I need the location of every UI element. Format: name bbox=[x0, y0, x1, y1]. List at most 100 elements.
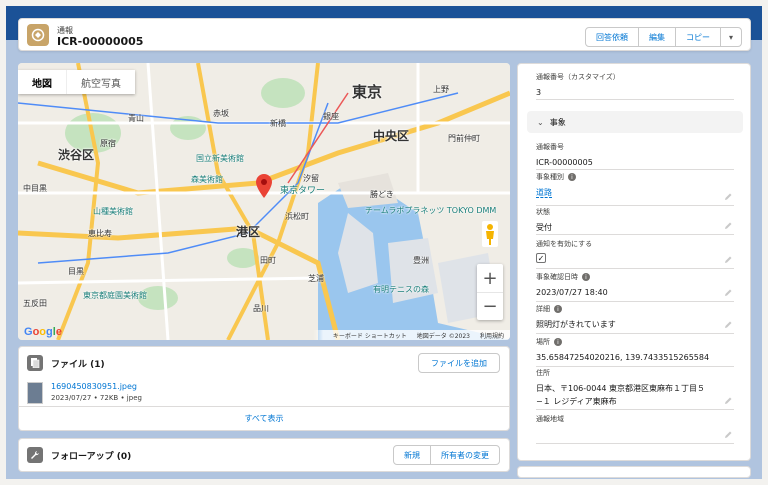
map-label-yamatane: 山種美術館 bbox=[93, 207, 133, 216]
field-event-type: 事象種別 i 道路 bbox=[536, 172, 734, 206]
keyboard-shortcuts-link[interactable]: キーボード ショートカット bbox=[333, 331, 407, 340]
section-header-event[interactable]: ⌄ 事象 bbox=[527, 111, 743, 133]
field-location: 場所 i 35.65847254020216, 139.7433515265584 bbox=[536, 337, 734, 367]
file-meta: 2023/07/27 • 72KB • jpeg bbox=[51, 394, 142, 402]
terms-link[interactable]: 利用規約 bbox=[480, 331, 504, 340]
info-icon[interactable]: i bbox=[554, 305, 562, 313]
map-label-meguro: 目黒 bbox=[68, 267, 84, 276]
map-label-hamamatsucho: 浜松町 bbox=[285, 212, 309, 221]
followup-actions: 新規 所有者の変更 bbox=[393, 445, 500, 465]
field-report-area: 通報地域 bbox=[536, 414, 734, 444]
new-button[interactable]: 新規 bbox=[393, 445, 431, 465]
field-label: 状態 bbox=[536, 208, 550, 216]
map-label-gotanda: 五反田 bbox=[23, 299, 47, 308]
view-all-link[interactable]: すべて表示 bbox=[19, 406, 509, 430]
tab-satellite[interactable]: 航空写真 bbox=[66, 70, 135, 94]
map-pin-icon[interactable] bbox=[256, 174, 272, 198]
field-notify: 通知を有効にする ✓ bbox=[536, 239, 734, 269]
field-address: 住所 日本、〒106-0044 東京都港区東麻布１丁目５−１ レジディア東麻布 bbox=[536, 368, 734, 410]
edit-pencil-icon[interactable] bbox=[724, 256, 732, 264]
map-label-tokyo-tower: 東京タワー bbox=[280, 186, 326, 196]
map-label-aoyama: 青山 bbox=[128, 114, 144, 123]
field-value: 3 bbox=[536, 88, 542, 97]
map-label-ebisu: 恵比寿 bbox=[88, 229, 112, 238]
tab-map[interactable]: 地図 bbox=[18, 70, 66, 94]
field-detail: 詳細 i 照明灯がきれています bbox=[536, 304, 734, 334]
field-value: 照明灯がきれています bbox=[536, 320, 616, 329]
record-header: 通報 ICR-00000005 回答依頼 編集 コピー ▾ bbox=[18, 18, 751, 51]
street-view-pegman-icon[interactable] bbox=[482, 221, 498, 247]
field-label: 住所 bbox=[536, 369, 550, 377]
zoom-in-button[interactable]: + bbox=[477, 264, 503, 292]
respond-request-button[interactable]: 回答依頼 bbox=[585, 27, 639, 47]
map-label-teamlab: チームラボプラネッツ TOKYO DMM bbox=[365, 206, 497, 215]
map-label-shiodome: 汐留 bbox=[303, 174, 319, 183]
map-label-shinagawa: 品川 bbox=[253, 304, 269, 313]
map-label-tamachi: 田町 bbox=[260, 256, 276, 265]
map-type-tabs: 地図 航空写真 bbox=[18, 70, 135, 94]
section-title: 事象 bbox=[549, 117, 566, 127]
field-status: 状態 受付 bbox=[536, 207, 734, 235]
map-label-monzen: 門前仲町 bbox=[448, 134, 480, 143]
field-value: 35.65847254020216, 139.7433515265584 bbox=[536, 353, 710, 362]
map-label-akasaka: 赤坂 bbox=[213, 109, 229, 118]
map-label-minato: 港区 bbox=[236, 225, 261, 239]
map-label-harajuku: 原宿 bbox=[100, 139, 116, 148]
edit-pencil-icon[interactable] bbox=[724, 222, 732, 230]
field-label: 事象種別 i bbox=[536, 172, 734, 182]
change-owner-button[interactable]: 所有者の変更 bbox=[430, 445, 500, 465]
map-label-ariake: 有明テニスの森 bbox=[373, 285, 429, 294]
plus-icon: + bbox=[482, 267, 498, 289]
field-label: 通報番号（カスタマイズ） bbox=[536, 73, 620, 81]
map-label-mori-museum: 森美術館 bbox=[191, 175, 223, 184]
field-label-text: 詳細 bbox=[536, 305, 550, 313]
edit-pencil-icon[interactable] bbox=[724, 397, 732, 405]
map-footer: キーボード ショートカット 地図データ ©2023 利用規約 bbox=[18, 330, 510, 340]
record-title: ICR-00000005 bbox=[57, 35, 144, 48]
edit-pencil-icon[interactable] bbox=[724, 431, 732, 439]
file-icon bbox=[27, 355, 43, 371]
field-label: 場所 i bbox=[536, 337, 734, 347]
notify-checkbox[interactable]: ✓ bbox=[536, 253, 546, 263]
incident-icon bbox=[27, 24, 49, 46]
edit-button[interactable]: 編集 bbox=[638, 27, 676, 47]
followup-card: フォローアップ (0) 新規 所有者の変更 bbox=[18, 438, 510, 472]
map-view[interactable]: 東京 中央区 渋谷区 港区 東京タワー 森美術館 国立新美術館 チームラボプラネ… bbox=[18, 63, 510, 340]
file-name-link[interactable]: 1690450830951.jpeg bbox=[51, 382, 142, 391]
info-icon[interactable]: i bbox=[554, 338, 562, 346]
edit-pencil-icon[interactable] bbox=[724, 289, 732, 297]
zoom-out-button[interactable]: − bbox=[477, 292, 503, 320]
field-value: 日本、〒106-0044 東京都港区東麻布１丁目５−１ レジディア東麻布 bbox=[536, 384, 706, 406]
files-card: ファイル (1) ファイルを追加 1690450830951.jpeg 2023… bbox=[18, 346, 510, 431]
map-label-toyosu: 豊洲 bbox=[413, 256, 429, 265]
map-label-teien: 東京都庭園美術館 bbox=[83, 291, 147, 300]
field-label-text: 事象種別 bbox=[536, 173, 564, 181]
map-data-attribution: 地図データ ©2023 bbox=[416, 332, 470, 340]
details-panel-secondary bbox=[517, 466, 751, 478]
map-label-kachidoki: 勝どき bbox=[370, 190, 394, 199]
copy-button[interactable]: コピー bbox=[675, 27, 721, 47]
field-label: 通知を有効にする bbox=[536, 240, 593, 248]
map-label-shibuya: 渋谷区 bbox=[58, 148, 95, 162]
field-label: 事象確認日時 i bbox=[536, 272, 734, 282]
followup-title: フォローアップ (0) bbox=[51, 451, 132, 462]
details-panel: 通報番号（カスタマイズ） 3 ⌄ 事象 通報番号 ICR-00000005 事象… bbox=[517, 63, 751, 461]
edit-pencil-icon[interactable] bbox=[724, 321, 732, 329]
field-label: 通報番号 bbox=[536, 143, 564, 151]
field-custom-number: 通報番号（カスタマイズ） 3 bbox=[536, 72, 734, 100]
edit-pencil-icon[interactable] bbox=[724, 193, 732, 201]
info-icon[interactable]: i bbox=[568, 173, 576, 181]
info-icon[interactable]: i bbox=[582, 273, 590, 281]
minus-icon: − bbox=[482, 296, 498, 317]
followup-card-header: フォローアップ (0) bbox=[27, 447, 131, 463]
event-type-link[interactable]: 道路 bbox=[536, 186, 734, 199]
map-label-tokyo: 東京 bbox=[352, 83, 383, 101]
field-label-text: 事象確認日時 bbox=[536, 273, 578, 281]
wrench-icon bbox=[27, 447, 43, 463]
file-thumbnail[interactable] bbox=[27, 382, 43, 404]
checkmark-icon: ✓ bbox=[537, 253, 545, 263]
field-label-text: 場所 bbox=[536, 338, 550, 346]
add-file-button[interactable]: ファイルを追加 bbox=[418, 353, 500, 373]
more-actions-button[interactable]: ▾ bbox=[720, 27, 742, 47]
field-value: 受付 bbox=[536, 223, 552, 232]
